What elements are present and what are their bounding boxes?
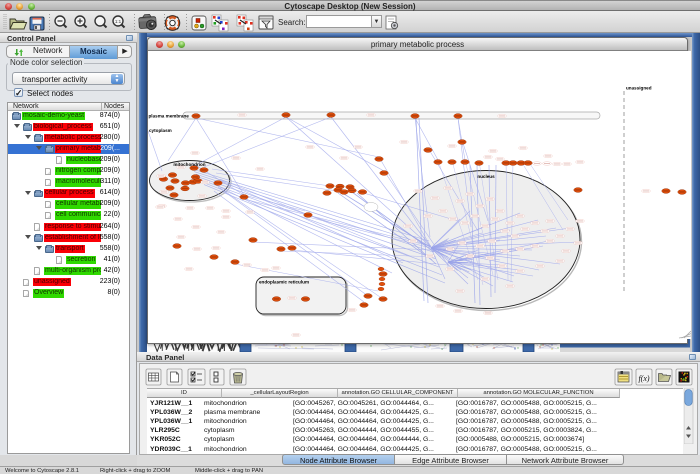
svg-text:mitochondrion: mitochondrion: [173, 162, 205, 167]
svg-text:plasma membrane: plasma membrane: [149, 114, 190, 119]
svg-text:f(x): f(x): [638, 374, 649, 383]
svg-text:unassigned: unassigned: [626, 86, 652, 91]
svg-text:1:1: 1:1: [115, 19, 122, 24]
svg-text:cytoplasm: cytoplasm: [149, 128, 172, 133]
svg-text:nucleus: nucleus: [477, 174, 495, 179]
svg-text:endoplasmic reticulum: endoplasmic reticulum: [259, 280, 309, 285]
